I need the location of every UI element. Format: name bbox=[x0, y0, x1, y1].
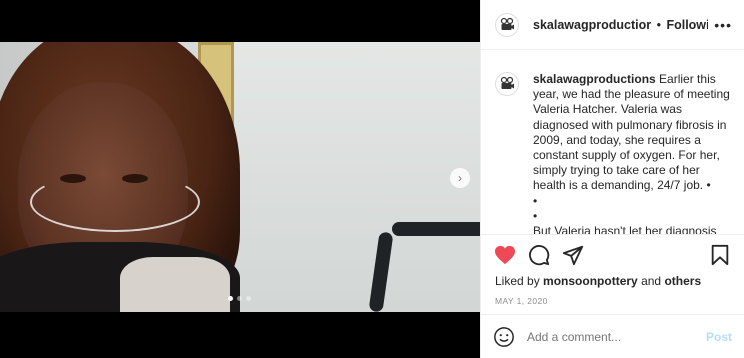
post-comment-button[interactable]: Post bbox=[706, 330, 732, 344]
save-button[interactable] bbox=[708, 243, 732, 267]
header-text: skalawagproductior • Following bbox=[533, 18, 708, 32]
comment-icon bbox=[529, 244, 550, 265]
post-sidebar: skalawagproductior • Following ••• skala… bbox=[480, 0, 744, 358]
carousel-dot bbox=[237, 296, 242, 301]
more-options-button[interactable]: ••• bbox=[714, 17, 732, 33]
comment-bar: Post bbox=[481, 314, 744, 358]
caption-bullet: • bbox=[533, 193, 538, 208]
bookmark-icon bbox=[711, 244, 729, 265]
carousel-indicator bbox=[228, 296, 251, 301]
liked-by-user[interactable]: monsoonpottery bbox=[543, 274, 638, 288]
header-username[interactable]: skalawagproductior bbox=[533, 18, 651, 32]
comment-button[interactable] bbox=[527, 243, 551, 267]
caption-username[interactable]: skalawagproductions bbox=[533, 72, 656, 86]
chevron-right-icon: › bbox=[458, 171, 462, 185]
header-separator: • bbox=[656, 17, 661, 32]
emoji-icon[interactable] bbox=[493, 326, 515, 348]
caption-text: skalawagproductions Earlier this year, w… bbox=[533, 72, 732, 234]
carousel-dot bbox=[246, 296, 251, 301]
like-button[interactable] bbox=[493, 243, 517, 267]
film-camera-icon bbox=[500, 76, 514, 89]
caption-avatar[interactable] bbox=[495, 72, 519, 96]
carousel-dot bbox=[228, 296, 233, 301]
following-button[interactable]: Following bbox=[666, 18, 708, 32]
post-photo[interactable] bbox=[0, 42, 480, 312]
oxygen-tube bbox=[30, 172, 200, 232]
caption-section: skalawagproductions Earlier this year, w… bbox=[481, 50, 744, 234]
likes-prefix: Liked by bbox=[495, 274, 540, 288]
heart-icon bbox=[495, 245, 515, 264]
subject-scarf bbox=[120, 257, 230, 312]
likes-summary: Liked by monsoonpottery and others bbox=[481, 274, 744, 290]
caption-bullet: • bbox=[533, 208, 538, 223]
likes-others-link[interactable]: others bbox=[664, 274, 701, 288]
walker-handle bbox=[392, 222, 480, 236]
post-date[interactable]: MAY 1, 2020 bbox=[481, 296, 744, 314]
post-media: › bbox=[0, 0, 480, 358]
instagram-post: › skalawagproductior • Following bbox=[0, 0, 744, 358]
avatar[interactable] bbox=[495, 12, 519, 37]
walker bbox=[368, 222, 480, 312]
action-bar bbox=[481, 234, 744, 274]
paper-plane-icon bbox=[562, 245, 584, 265]
more-icon: ••• bbox=[714, 16, 732, 33]
carousel-next-button[interactable]: › bbox=[450, 168, 470, 188]
caption-body-continued: But Valeria hasn't let her diagnosis sto… bbox=[533, 224, 717, 234]
post-header: skalawagproductior • Following ••• bbox=[481, 0, 744, 50]
share-button[interactable] bbox=[561, 243, 585, 267]
caption-body: Earlier this year, we had the pleasure o… bbox=[533, 72, 730, 193]
walker-leg bbox=[368, 231, 394, 312]
likes-middle: and bbox=[641, 274, 662, 288]
film-camera-icon bbox=[500, 17, 514, 30]
comment-input[interactable] bbox=[527, 329, 706, 344]
